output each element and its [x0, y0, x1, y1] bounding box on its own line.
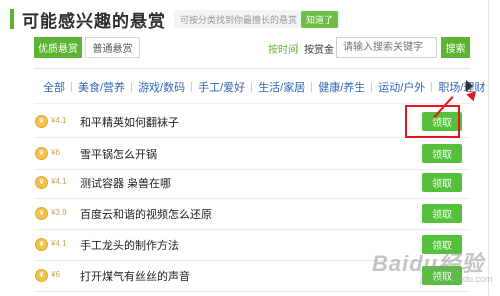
- question-row: ¥ ¥3.9 百度云和谐的视频怎么还原 领取: [34, 199, 470, 230]
- page-edge-rule: [488, 0, 489, 296]
- coin-icon: ¥: [35, 269, 48, 282]
- divider: [34, 103, 470, 104]
- question-title[interactable]: 百度云和谐的视频怎么还原: [80, 206, 212, 222]
- category-health[interactable]: 健康/养生: [312, 79, 371, 95]
- sort-separator: [297, 42, 298, 53]
- category-food[interactable]: 美食/营养: [72, 79, 131, 95]
- question-title[interactable]: 雪平锅怎么开锅: [80, 146, 157, 162]
- question-row: ¥ ¥6 雪平锅怎么开锅 领取: [34, 139, 470, 170]
- filter-bar: 优质悬赏 普通悬赏 按时间 按赏金 搜索: [34, 37, 470, 59]
- reward-amount: ¥3.9: [51, 208, 67, 217]
- title-accent-bar: [10, 9, 14, 29]
- search-input[interactable]: [336, 37, 437, 58]
- sort-by-time[interactable]: 按时间: [268, 41, 298, 56]
- coin-icon: ¥: [35, 207, 48, 220]
- question-title[interactable]: 测试容器 枭兽在哪: [80, 175, 171, 191]
- hint-banner: 可按分类找到你最擅长的悬赏 知道了: [174, 10, 341, 28]
- reward-amount: ¥4.1: [51, 177, 67, 186]
- sort-by-reward[interactable]: 按赏金: [304, 41, 334, 56]
- reward-amount: ¥6: [51, 270, 60, 279]
- search-button[interactable]: 搜索: [441, 37, 470, 58]
- claim-button[interactable]: 领取: [422, 144, 462, 163]
- hint-dismiss-button[interactable]: 知道了: [301, 10, 339, 28]
- claim-button[interactable]: 领取: [422, 173, 462, 192]
- claim-button[interactable]: 领取: [422, 204, 462, 223]
- coin-icon: ¥: [35, 147, 48, 160]
- coin-icon: ¥: [35, 238, 48, 251]
- question-title[interactable]: 手工龙头的制作方法: [80, 237, 179, 253]
- section-header: 可能感兴趣的悬赏 可按分类找到你最擅长的悬赏 知道了: [10, 8, 341, 31]
- watermark-url: jingyan.baidu.com: [420, 274, 493, 284]
- category-crafts[interactable]: 手工/爱好: [192, 79, 251, 95]
- tab-normal-reward[interactable]: 普通悬赏: [85, 37, 140, 58]
- page-title: 可能感兴趣的悬赏: [22, 11, 166, 31]
- question-title[interactable]: 打开煤气有丝丝的声音: [80, 268, 190, 284]
- hint-text: 可按分类找到你最擅长的悬赏: [180, 14, 298, 25]
- divider: [34, 68, 470, 69]
- coin-icon: ¥: [35, 176, 48, 189]
- question-row: ¥ ¥4.1 测试容器 枭兽在哪 领取: [34, 168, 470, 199]
- reward-amount: ¥4.1: [51, 239, 67, 248]
- category-all[interactable]: 全部: [43, 79, 71, 95]
- question-title[interactable]: 和平精英如何翻袜子: [80, 114, 179, 130]
- reward-amount: ¥6: [51, 148, 60, 157]
- annotation-highlight-box: [405, 105, 460, 138]
- tab-quality-reward[interactable]: 优质悬赏: [34, 37, 82, 58]
- category-games[interactable]: 游戏/数码: [132, 79, 191, 95]
- category-home[interactable]: 生活/家居: [252, 79, 311, 95]
- category-nav: 全部 美食/营养 游戏/数码 手工/爱好 生活/家居 健康/养生 运动/户外 职…: [43, 79, 491, 95]
- category-career[interactable]: 职场/理财: [432, 79, 491, 95]
- coin-icon: ¥: [35, 115, 48, 128]
- category-sports[interactable]: 运动/户外: [372, 79, 431, 95]
- reward-amount: ¥4.1: [51, 116, 67, 125]
